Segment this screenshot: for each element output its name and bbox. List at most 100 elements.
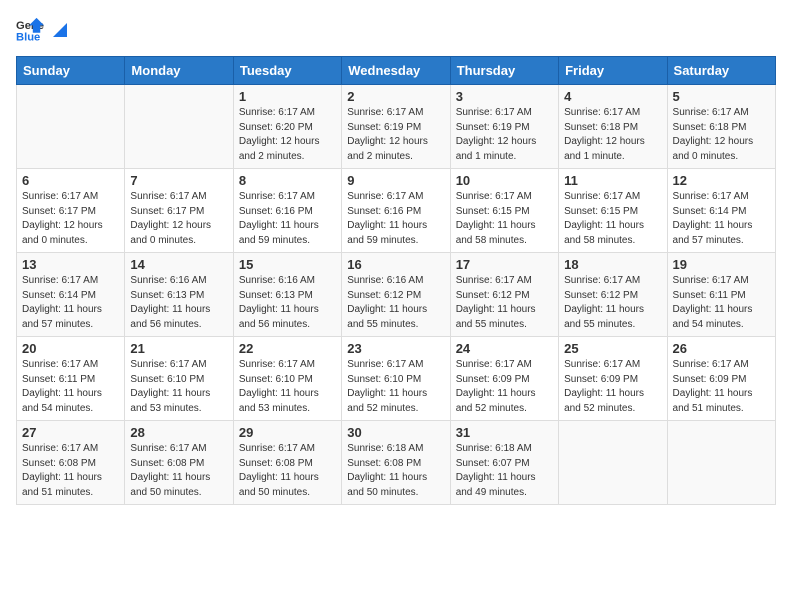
cell-content: Sunrise: 6:16 AM Sunset: 6:13 PM Dayligh… <box>239 274 336 332</box>
calendar-cell: 4 Sunrise: 6:17 AM Sunset: 6:18 PM Daylig… <box>559 85 667 169</box>
calendar-cell: 15 Sunrise: 6:16 AM Sunset: 6:13 PM Dayli… <box>233 253 341 337</box>
calendar-cell: 1 Sunrise: 6:17 AM Sunset: 6:20 PM Daylig… <box>233 85 341 169</box>
cell-content: Sunrise: 6:17 AM Sunset: 6:18 PM Dayligh… <box>673 106 770 164</box>
calendar-cell <box>559 421 667 505</box>
calendar-cell <box>17 85 125 169</box>
calendar-week-row: 1 Sunrise: 6:17 AM Sunset: 6:20 PM Daylig… <box>17 85 776 169</box>
calendar-cell: 20 Sunrise: 6:17 AM Sunset: 6:11 PM Dayli… <box>17 337 125 421</box>
calendar-cell: 19 Sunrise: 6:17 AM Sunset: 6:11 PM Dayli… <box>667 253 775 337</box>
day-number: 20 <box>22 341 119 356</box>
cell-content: Sunrise: 6:17 AM Sunset: 6:10 PM Dayligh… <box>239 358 336 416</box>
cell-content: Sunrise: 6:17 AM Sunset: 6:15 PM Dayligh… <box>564 190 661 248</box>
svg-text:Blue: Blue <box>16 31 40 43</box>
cell-content: Sunrise: 6:17 AM Sunset: 6:17 PM Dayligh… <box>130 190 227 248</box>
cell-content: Sunrise: 6:18 AM Sunset: 6:07 PM Dayligh… <box>456 442 553 500</box>
day-number: 1 <box>239 89 336 104</box>
day-number: 24 <box>456 341 553 356</box>
day-number: 17 <box>456 257 553 272</box>
cell-content: Sunrise: 6:17 AM Sunset: 6:14 PM Dayligh… <box>673 190 770 248</box>
page-header: General Blue <box>16 16 776 44</box>
day-number: 15 <box>239 257 336 272</box>
calendar-cell: 5 Sunrise: 6:17 AM Sunset: 6:18 PM Daylig… <box>667 85 775 169</box>
day-number: 16 <box>347 257 444 272</box>
day-number: 10 <box>456 173 553 188</box>
cell-content: Sunrise: 6:18 AM Sunset: 6:08 PM Dayligh… <box>347 442 444 500</box>
calendar-cell: 31 Sunrise: 6:18 AM Sunset: 6:07 PM Dayli… <box>450 421 558 505</box>
calendar-week-row: 20 Sunrise: 6:17 AM Sunset: 6:11 PM Dayli… <box>17 337 776 421</box>
day-number: 13 <box>22 257 119 272</box>
day-number: 27 <box>22 425 119 440</box>
cell-content: Sunrise: 6:17 AM Sunset: 6:12 PM Dayligh… <box>564 274 661 332</box>
logo-triangle-icon <box>49 19 71 41</box>
cell-content: Sunrise: 6:17 AM Sunset: 6:15 PM Dayligh… <box>456 190 553 248</box>
cell-content: Sunrise: 6:17 AM Sunset: 6:18 PM Dayligh… <box>564 106 661 164</box>
calendar-header-row: SundayMondayTuesdayWednesdayThursdayFrid… <box>17 57 776 85</box>
cell-content: Sunrise: 6:17 AM Sunset: 6:16 PM Dayligh… <box>239 190 336 248</box>
calendar-cell: 7 Sunrise: 6:17 AM Sunset: 6:17 PM Daylig… <box>125 169 233 253</box>
calendar-cell: 11 Sunrise: 6:17 AM Sunset: 6:15 PM Dayli… <box>559 169 667 253</box>
calendar-header-monday: Monday <box>125 57 233 85</box>
day-number: 31 <box>456 425 553 440</box>
calendar-cell: 13Sunrise: 6:17 AM Sunset: 6:14 PM Dayli… <box>17 253 125 337</box>
calendar-cell: 16Sunrise: 6:16 AM Sunset: 6:12 PM Dayli… <box>342 253 450 337</box>
cell-content: Sunrise: 6:17 AM Sunset: 6:19 PM Dayligh… <box>347 106 444 164</box>
calendar-cell: 25Sunrise: 6:17 AM Sunset: 6:09 PM Dayli… <box>559 337 667 421</box>
cell-content: Sunrise: 6:16 AM Sunset: 6:13 PM Dayligh… <box>130 274 227 332</box>
calendar-header-tuesday: Tuesday <box>233 57 341 85</box>
cell-content: Sunrise: 6:17 AM Sunset: 6:17 PM Dayligh… <box>22 190 119 248</box>
day-number: 2 <box>347 89 444 104</box>
calendar-cell: 9 Sunrise: 6:17 AM Sunset: 6:16 PM Daylig… <box>342 169 450 253</box>
calendar-header-friday: Friday <box>559 57 667 85</box>
calendar-header-thursday: Thursday <box>450 57 558 85</box>
day-number: 23 <box>347 341 444 356</box>
cell-content: Sunrise: 6:17 AM Sunset: 6:20 PM Dayligh… <box>239 106 336 164</box>
cell-content: Sunrise: 6:17 AM Sunset: 6:11 PM Dayligh… <box>22 358 119 416</box>
day-number: 26 <box>673 341 770 356</box>
calendar-cell <box>667 421 775 505</box>
cell-content: Sunrise: 6:17 AM Sunset: 6:19 PM Dayligh… <box>456 106 553 164</box>
calendar-header-sunday: Sunday <box>17 57 125 85</box>
cell-content: Sunrise: 6:17 AM Sunset: 6:09 PM Dayligh… <box>564 358 661 416</box>
day-number: 6 <box>22 173 119 188</box>
calendar-table: SundayMondayTuesdayWednesdayThursdayFrid… <box>16 56 776 505</box>
cell-content: Sunrise: 6:17 AM Sunset: 6:09 PM Dayligh… <box>456 358 553 416</box>
calendar-cell: 30 Sunrise: 6:18 AM Sunset: 6:08 PM Dayli… <box>342 421 450 505</box>
cell-content: Sunrise: 6:17 AM Sunset: 6:08 PM Dayligh… <box>130 442 227 500</box>
calendar-week-row: 13Sunrise: 6:17 AM Sunset: 6:14 PM Dayli… <box>17 253 776 337</box>
cell-content: Sunrise: 6:17 AM Sunset: 6:11 PM Dayligh… <box>673 274 770 332</box>
day-number: 29 <box>239 425 336 440</box>
calendar-cell: 27Sunrise: 6:17 AM Sunset: 6:08 PM Dayli… <box>17 421 125 505</box>
calendar-cell: 29 Sunrise: 6:17 AM Sunset: 6:08 PM Dayli… <box>233 421 341 505</box>
cell-content: Sunrise: 6:17 AM Sunset: 6:09 PM Dayligh… <box>673 358 770 416</box>
calendar-header-wednesday: Wednesday <box>342 57 450 85</box>
day-number: 8 <box>239 173 336 188</box>
cell-content: Sunrise: 6:17 AM Sunset: 6:16 PM Dayligh… <box>347 190 444 248</box>
logo: General Blue <box>16 16 72 44</box>
calendar-week-row: 6 Sunrise: 6:17 AM Sunset: 6:17 PM Daylig… <box>17 169 776 253</box>
day-number: 14 <box>130 257 227 272</box>
day-number: 19 <box>673 257 770 272</box>
calendar-cell <box>125 85 233 169</box>
day-number: 30 <box>347 425 444 440</box>
day-number: 22 <box>239 341 336 356</box>
cell-content: Sunrise: 6:17 AM Sunset: 6:12 PM Dayligh… <box>456 274 553 332</box>
calendar-cell: 24 Sunrise: 6:17 AM Sunset: 6:09 PM Dayli… <box>450 337 558 421</box>
calendar-week-row: 27 Sunrise: 6:17 AM Sunset: 6:08 PM Dayli… <box>17 421 776 505</box>
day-number: 5 <box>673 89 770 104</box>
calendar-cell: 14 Sunrise: 6:16 AM Sunset: 6:13 PM Dayli… <box>125 253 233 337</box>
cell-content: Sunrise: 6:17 AM Sunset: 6:08 PM Dayligh… <box>239 442 336 500</box>
calendar-cell: 18Sunrise: 6:17 AM Sunset: 6:12 PM Dayli… <box>559 253 667 337</box>
calendar-cell: 28Sunrise: 6:17 AM Sunset: 6:08 PM Dayli… <box>125 421 233 505</box>
calendar-cell: 21Sunrise: 6:17 AM Sunset: 6:10 PM Dayli… <box>125 337 233 421</box>
day-number: 4 <box>564 89 661 104</box>
calendar-cell: 23 Sunrise: 6:17 AM Sunset: 6:10 PM Dayli… <box>342 337 450 421</box>
calendar-cell: 10 Sunrise: 6:17 AM Sunset: 6:15 PM Dayli… <box>450 169 558 253</box>
day-number: 11 <box>564 173 661 188</box>
day-number: 9 <box>347 173 444 188</box>
cell-content: Sunrise: 6:17 AM Sunset: 6:10 PM Dayligh… <box>347 358 444 416</box>
logo-icon: General Blue <box>16 16 44 44</box>
day-number: 12 <box>673 173 770 188</box>
day-number: 21 <box>130 341 227 356</box>
day-number: 7 <box>130 173 227 188</box>
calendar-cell: 22 Sunrise: 6:17 AM Sunset: 6:10 PM Dayli… <box>233 337 341 421</box>
